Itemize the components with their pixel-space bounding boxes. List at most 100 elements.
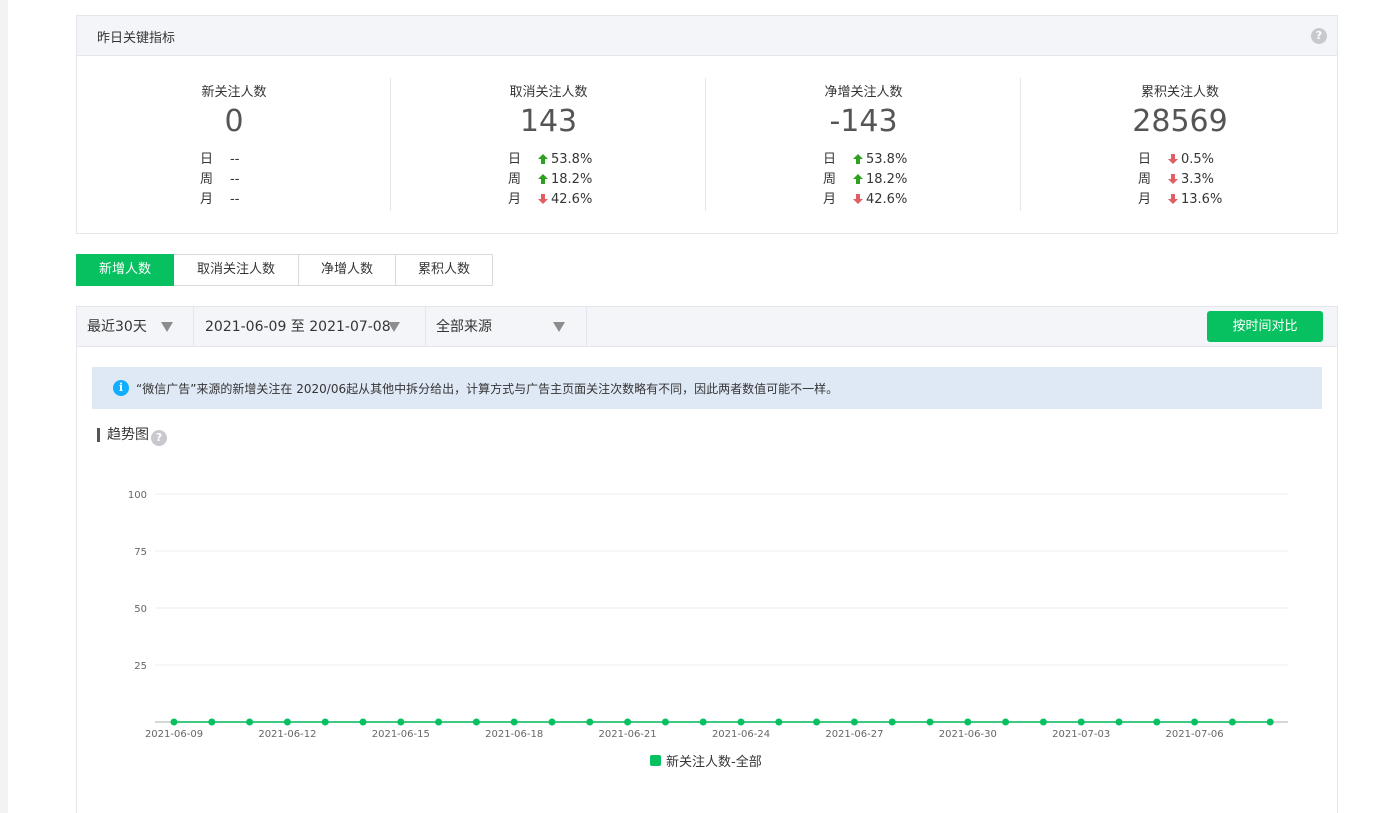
arrow-down-icon xyxy=(853,194,863,204)
data-point xyxy=(208,718,216,726)
x-tick-label: 2021-06-21 xyxy=(599,729,657,740)
kpi-trend-period: 月 xyxy=(508,192,522,207)
kpi-trend-value: -- xyxy=(230,172,240,187)
y-tick-label: 25 xyxy=(134,661,147,672)
data-point xyxy=(359,718,367,726)
metric-tabs: 新增人数 取消关注人数 净增人数 累积人数 xyxy=(76,254,493,286)
date-range-picker[interactable]: 2021-06-09 至 2021-07-08 xyxy=(194,307,426,347)
data-point xyxy=(586,718,594,726)
kpi-trend-row: 日 53.8% xyxy=(508,151,592,169)
kpi-trend-value: 53.8% xyxy=(866,152,908,167)
kpi-card: 净增关注人数 -143 日 53.8% 周 18.2% 月 42.6% xyxy=(706,56,1021,234)
trend-chart: 25 50 75 100 2021-06-09 2021-06-12 2021-06-15 2… xyxy=(128,490,1288,770)
arrow-up-icon xyxy=(538,154,548,164)
kpi-trend-value: -- xyxy=(230,152,240,167)
tab-unfollow[interactable]: 取消关注人数 xyxy=(174,254,299,286)
tab-net[interactable]: 净增人数 xyxy=(299,254,396,286)
data-point xyxy=(850,718,858,726)
key-metrics-panel: 昨日关键指标 ? 新关注人数 0 日 -- 周 -- 月 -- 取消关注人数 143 日 53.8% 周… xyxy=(76,15,1338,234)
data-point xyxy=(624,718,632,726)
source-dropdown[interactable]: 全部来源 xyxy=(426,307,587,347)
range-dropdown[interactable]: 最近30天 xyxy=(77,307,194,347)
kpi-trend-period: 月 xyxy=(1138,192,1152,207)
x-tick-label: 2021-07-06 xyxy=(1166,729,1224,740)
date-range-label: 2021-06-09 至 2021-07-08 xyxy=(205,319,391,335)
kpi-trend-row: 月 13.6% xyxy=(1138,191,1222,209)
kpi-trend-value: 18.2% xyxy=(551,172,593,187)
info-icon: i xyxy=(113,380,129,396)
kpi-trend-row: 周 18.2% xyxy=(823,171,907,189)
kpi-trend-row: 周 -- xyxy=(200,171,239,189)
data-point xyxy=(548,718,556,726)
x-tick-label: 2021-06-30 xyxy=(939,729,997,740)
kpi-trend-row: 月 42.6% xyxy=(823,191,907,209)
kpi-trend-value: -- xyxy=(230,192,240,207)
data-point xyxy=(1002,718,1010,726)
arrow-down-icon xyxy=(1168,174,1178,184)
chevron-down-icon xyxy=(388,322,400,332)
kpi-trend-value: 42.6% xyxy=(551,192,593,207)
data-point xyxy=(699,718,707,726)
help-icon[interactable]: ? xyxy=(151,430,167,446)
kpi-trend-value: 13.6% xyxy=(1181,192,1223,207)
kpi-trend-row: 周 18.2% xyxy=(508,171,592,189)
data-point xyxy=(1039,718,1047,726)
y-tick-label: 100 xyxy=(128,490,147,501)
kpi-trend-value: 3.3% xyxy=(1181,172,1215,187)
kpi-trend-period: 周 xyxy=(823,172,837,187)
arrow-up-icon xyxy=(538,174,548,184)
kpi-label: 净增关注人数 xyxy=(824,85,903,100)
info-banner: i “微信广告”来源的新增关注在 2020/06起从其他中拆分给出，计算方式与广… xyxy=(92,367,1322,409)
tab-cumulative[interactable]: 累积人数 xyxy=(396,254,493,286)
kpi-trend-period: 日 xyxy=(508,152,522,167)
tab-new[interactable]: 新增人数 xyxy=(76,254,174,286)
legend-label: 新关注人数-全部 xyxy=(666,754,762,770)
kpi-card: 新关注人数 0 日 -- 周 -- 月 -- xyxy=(77,56,391,234)
kpi-trend-value: 42.6% xyxy=(866,192,908,207)
kpi-trend-period: 日 xyxy=(200,152,214,167)
key-metrics-header: 昨日关键指标 ? xyxy=(77,16,1337,56)
kpi-card: 累积关注人数 28569 日 0.5% 周 3.3% 月 13.6% xyxy=(1021,56,1339,234)
chevron-down-icon xyxy=(553,322,565,332)
y-tick-label: 75 xyxy=(134,547,147,558)
kpi-card: 取消关注人数 143 日 53.8% 周 18.2% 月 42.6% xyxy=(391,56,706,234)
data-point xyxy=(1077,718,1085,726)
kpi-value: 28569 xyxy=(1132,104,1228,139)
key-metrics-body: 新关注人数 0 日 -- 周 -- 月 -- 取消关注人数 143 日 53.8% 周 18.2% 月 42.… xyxy=(77,56,1337,234)
kpi-trend-period: 周 xyxy=(508,172,522,187)
kpi-trend-row: 日 0.5% xyxy=(1138,151,1214,169)
key-metrics-title: 昨日关键指标 xyxy=(97,31,176,46)
data-point xyxy=(1191,718,1199,726)
data-point xyxy=(472,718,480,726)
arrow-down-icon xyxy=(538,194,548,204)
data-point xyxy=(964,718,972,726)
kpi-label: 取消关注人数 xyxy=(509,85,588,100)
arrow-up-icon xyxy=(853,154,863,164)
source-dropdown-label: 全部来源 xyxy=(436,319,492,335)
data-point xyxy=(321,718,329,726)
compare-by-time-button[interactable]: 按时间对比 xyxy=(1207,311,1323,342)
info-text: “微信广告”来源的新增关注在 2020/06起从其他中拆分给出，计算方式与广告主… xyxy=(136,382,839,396)
kpi-trend-value: 53.8% xyxy=(551,152,593,167)
x-tick-label: 2021-06-27 xyxy=(825,729,883,740)
y-tick-label: 50 xyxy=(134,604,147,615)
data-point xyxy=(888,718,896,726)
kpi-trend-period: 日 xyxy=(1138,152,1152,167)
kpi-trend-value: 18.2% xyxy=(866,172,908,187)
help-icon[interactable]: ? xyxy=(1311,28,1327,44)
x-tick-label: 2021-07-03 xyxy=(1052,729,1110,740)
kpi-trend-period: 日 xyxy=(823,152,837,167)
x-tick-label: 2021-06-09 xyxy=(145,729,203,740)
x-tick-label: 2021-06-15 xyxy=(372,729,430,740)
kpi-value: 0 xyxy=(224,104,244,139)
data-point xyxy=(246,718,254,726)
data-point xyxy=(737,718,745,726)
kpi-trend-value: 0.5% xyxy=(1181,152,1215,167)
data-point xyxy=(926,718,934,726)
filter-toolbar: 最近30天 2021-06-09 至 2021-07-08 全部来源 按时间对比 xyxy=(76,306,1338,347)
kpi-label: 新关注人数 xyxy=(201,85,267,100)
x-tick-label: 2021-06-24 xyxy=(712,729,770,740)
left-sidebar-edge xyxy=(0,0,8,813)
kpi-trend-period: 月 xyxy=(823,192,837,207)
data-point xyxy=(813,718,821,726)
